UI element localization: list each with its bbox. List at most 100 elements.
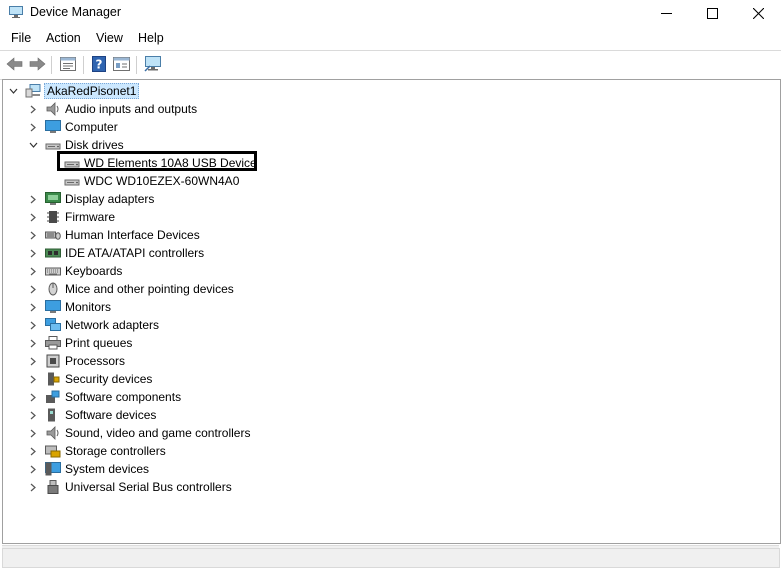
status-bar	[2, 545, 780, 568]
menu-bar: File Action View Help	[0, 29, 781, 49]
firmware-icon	[47, 211, 59, 223]
show-hidden-button[interactable]	[112, 56, 130, 72]
tree-item-print-queues[interactable]: Print queues	[3, 334, 403, 352]
tree-item-system[interactable]: System devices	[3, 460, 403, 478]
disk-drive-icon	[64, 179, 80, 186]
expand-chevron-icon[interactable]	[28, 298, 38, 316]
properties-button[interactable]	[59, 56, 77, 72]
expand-chevron-icon[interactable]	[28, 208, 38, 226]
tree-item-software-devices[interactable]: Software devices	[3, 406, 403, 424]
tree-item-label: Security devices	[65, 372, 153, 386]
mouse-icon	[48, 282, 58, 296]
tree-item-label: Processors	[65, 354, 126, 368]
tree-item-audio[interactable]: Audio inputs and outputs	[3, 100, 403, 118]
tree-item-keyboards[interactable]: Keyboards	[3, 262, 403, 280]
close-icon	[752, 7, 764, 19]
expand-chevron-icon[interactable]	[28, 244, 38, 262]
tree-root[interactable]: AkaRedPisonet1	[3, 82, 403, 100]
expand-chevron-icon[interactable]	[28, 316, 38, 334]
root-label[interactable]: AkaRedPisonet1	[44, 83, 140, 99]
back-button[interactable]	[5, 56, 23, 72]
expand-chevron-icon[interactable]	[28, 280, 38, 298]
storage-controller-icon	[45, 445, 61, 458]
collapse-chevron-icon[interactable]	[8, 82, 18, 100]
expand-chevron-icon[interactable]	[28, 406, 38, 424]
tree-item-label: Display adapters	[65, 192, 155, 206]
tree-item-label: Monitors	[65, 300, 112, 314]
maximize-button[interactable]	[689, 0, 735, 26]
usb-icon	[47, 480, 59, 494]
forward-button[interactable]	[28, 56, 46, 72]
expand-chevron-icon[interactable]	[28, 190, 38, 208]
expand-chevron-icon[interactable]	[28, 262, 38, 280]
tree-item-security[interactable]: Security devices	[3, 370, 403, 388]
tree-item-display-adapters[interactable]: Display adapters	[3, 190, 403, 208]
tree-item-label: Human Interface Devices	[65, 228, 200, 242]
expand-chevron-icon[interactable]	[28, 460, 38, 478]
device-tree[interactable]: AkaRedPisonet1 Audio inputs and outputs …	[2, 79, 781, 544]
tree-item-network[interactable]: Network adapters	[3, 316, 403, 334]
tree-item-software-components[interactable]: Software components	[3, 388, 403, 406]
minimize-icon	[660, 12, 672, 14]
monitor-icon	[45, 300, 61, 313]
tree-item-hid[interactable]: Human Interface Devices	[3, 226, 403, 244]
tree-item-computer[interactable]: Computer	[3, 118, 403, 136]
help-button[interactable]: ?	[90, 56, 108, 72]
menu-file[interactable]: File	[10, 31, 32, 45]
maximize-icon	[706, 7, 718, 19]
software-component-icon	[46, 390, 60, 403]
processor-icon	[46, 354, 60, 368]
title-bar[interactable]: Device Manager	[0, 0, 781, 26]
status-pane	[2, 548, 780, 568]
collapse-chevron-icon[interactable]	[28, 136, 38, 154]
expand-chevron-icon[interactable]	[28, 424, 38, 442]
tree-item-processors[interactable]: Processors	[3, 352, 403, 370]
tree-item-label: Storage controllers	[65, 444, 166, 458]
toolbar: ?	[0, 50, 781, 80]
menu-view[interactable]: View	[95, 31, 124, 45]
menu-help[interactable]: Help	[137, 31, 165, 45]
disk-drive-icon	[45, 143, 61, 150]
expand-chevron-icon[interactable]	[28, 442, 38, 460]
tree-item-label: Software devices	[65, 408, 157, 422]
close-button[interactable]	[735, 0, 781, 26]
toolbar-separator	[83, 56, 84, 74]
security-device-icon	[48, 372, 60, 386]
tree-item-monitors[interactable]: Monitors	[3, 298, 403, 316]
menu-action[interactable]: Action	[45, 31, 82, 45]
tree-item-storage[interactable]: Storage controllers	[3, 442, 403, 460]
tree-item-label: System devices	[65, 462, 150, 476]
device-manager-window: Device Manager File Action View Help ? A…	[0, 0, 781, 569]
tree-item-label: Network adapters	[65, 318, 160, 332]
tree-item-firmware[interactable]: Firmware	[3, 208, 403, 226]
expand-chevron-icon[interactable]	[28, 334, 38, 352]
tree-item-mice[interactable]: Mice and other pointing devices	[3, 280, 403, 298]
help-icon: ?	[92, 56, 106, 72]
expand-chevron-icon[interactable]	[28, 352, 38, 370]
back-arrow-icon	[6, 57, 22, 71]
tree-item-label: Disk drives	[65, 138, 124, 152]
tree-item-label: Universal Serial Bus controllers	[65, 480, 232, 494]
tree-item-sound[interactable]: Sound, video and game controllers	[3, 424, 403, 442]
expand-chevron-icon[interactable]	[28, 118, 38, 136]
tree-item-label: IDE ATA/ATAPI controllers	[65, 246, 205, 260]
tree-item-usb[interactable]: Universal Serial Bus controllers	[3, 478, 403, 496]
expand-chevron-icon[interactable]	[28, 388, 38, 406]
software-device-icon	[48, 408, 55, 422]
properties-icon	[60, 57, 76, 71]
monitor-scan-icon	[144, 56, 161, 72]
expand-chevron-icon[interactable]	[28, 478, 38, 496]
expand-chevron-icon[interactable]	[28, 226, 38, 244]
minimize-button[interactable]	[643, 0, 689, 26]
expand-chevron-icon[interactable]	[28, 100, 38, 118]
expand-chevron-icon[interactable]	[28, 370, 38, 388]
tree-item-label: Software components	[65, 390, 182, 404]
device-manager-icon	[9, 6, 23, 18]
tree-item-ide[interactable]: IDE ATA/ATAPI controllers	[3, 244, 403, 262]
tree-item-wdc-disk[interactable]: WDC WD10EZEX-60WN4A0	[3, 172, 403, 190]
hid-icon	[45, 231, 61, 240]
scan-hardware-button[interactable]	[144, 56, 162, 72]
display-adapter-icon	[45, 192, 61, 205]
computer-icon	[45, 120, 61, 133]
tree-item-label: Mice and other pointing devices	[65, 282, 234, 296]
